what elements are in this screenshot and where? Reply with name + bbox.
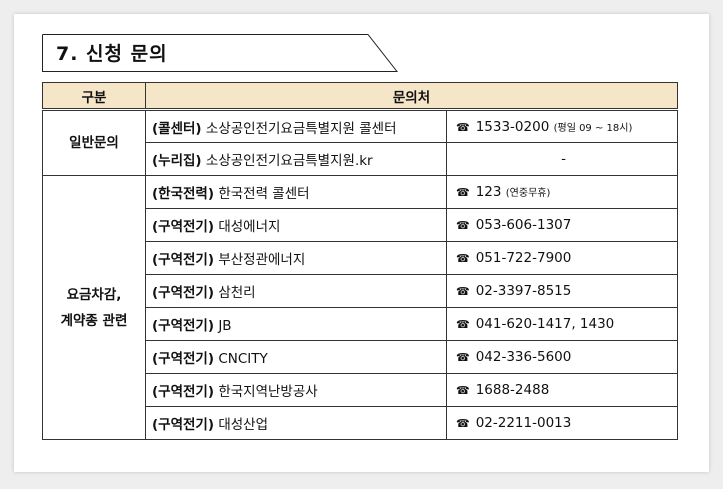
category-label: 일반문의 (69, 135, 119, 151)
phone-cell: ☎ 123 (연중무휴) (445, 175, 679, 209)
phone-cell-empty: - (445, 142, 679, 176)
category-label: 요금차감, (66, 286, 122, 303)
inquiry-table: 구분 문의처 일반문의 (콜센터) 소상공인전기요금특별지원 콜센터 ☎ 1533-0… (42, 82, 679, 440)
phone-note: (연중무휴) (505, 188, 551, 199)
phone-number: 02-3397-8515 (475, 283, 572, 299)
contact-tag: (누리집) (152, 153, 202, 169)
header-contact: 문의처 (144, 82, 679, 111)
contact-name-cell: (구역전기) 삼천리 (145, 274, 447, 308)
telephone-icon: ☎ (456, 120, 470, 134)
contact-name-cell: (구역전기) 대성에너지 (145, 208, 447, 242)
phone-cell: ☎ 1688-2488 (445, 373, 679, 407)
category-cell-general: 일반문의 (42, 109, 146, 176)
contact-name: 한국전력 콜센터 (218, 186, 310, 202)
phone-number: 051-722-7900 (475, 250, 572, 266)
contact-name-cell: (한국전력) 한국전력 콜센터 (145, 175, 447, 209)
phone-number: 1688-2488 (475, 382, 550, 398)
phone-cell: ☎ 1533-0200 (평일 09 ~ 18시) (445, 109, 679, 143)
contact-name-cell: (구역전기) 대성산업 (145, 406, 447, 440)
telephone-icon: ☎ (456, 285, 470, 298)
phone-cell: ☎ 042-336-5600 (445, 340, 679, 374)
contact-tag: (구역전기) (152, 285, 215, 301)
table-row: 요금차감, 계약종 관련 (한국전력) 한국전력 콜센터 ☎ 123 (연중무휴) (42, 175, 679, 440)
telephone-icon: ☎ (456, 417, 470, 430)
phone-number: 02-2211-0013 (475, 415, 572, 431)
contact-tag: (구역전기) (152, 252, 215, 268)
phone-cell: ☎ 02-3397-8515 (445, 274, 679, 308)
contact-name: 소상공인전기요금특별지원 콜센터 (205, 120, 397, 137)
contact-name: 대성에너지 (218, 219, 281, 235)
contact-name: 삼천리 (218, 285, 256, 301)
header-category: 구분 (42, 82, 146, 111)
contact-tag: (구역전기) (152, 351, 215, 367)
telephone-icon: ☎ (456, 384, 470, 397)
phone-number: 053-606-1307 (475, 217, 572, 233)
contact-name-cell: (구역전기) CNCITY (145, 340, 447, 374)
phone-number: 041-620-1417, 1430 (475, 316, 615, 332)
contact-name: 부산정관에너지 (218, 252, 306, 268)
table-header-row: 구분 문의처 (42, 82, 679, 111)
table-row: 일반문의 (콜센터) 소상공인전기요금특별지원 콜센터 ☎ 1533-0200 (평일… (42, 109, 679, 176)
phone-cell: ☎ 02-2211-0013 (445, 406, 679, 440)
section-title: 7. 신청 문의 (56, 43, 168, 65)
phone-note: (평일 09 ~ 18시) (553, 122, 633, 134)
contact-tag: (구역전기) (152, 417, 215, 433)
category-label: 계약종 관련 (60, 312, 128, 329)
contact-name: 소상공인전기요금특별지원.kr (205, 153, 373, 169)
contact-tag: (한국전력) (152, 186, 215, 202)
telephone-icon: ☎ (456, 252, 470, 265)
phone-number: 042-336-5600 (475, 349, 572, 365)
contact-name-cell: (콜센터) 소상공인전기요금특별지원 콜센터 (145, 109, 447, 143)
phone-cell: ☎ 053-606-1307 (445, 208, 679, 242)
contact-tag: (구역전기) (152, 384, 215, 400)
contact-name: 한국지역난방공사 (218, 384, 318, 400)
contact-name-cell: (구역전기) JB (145, 307, 447, 341)
phone-cell: ☎ 041-620-1417, 1430 (445, 307, 679, 341)
category-cell-billing: 요금차감, 계약종 관련 (42, 175, 146, 440)
contact-name-cell: (구역전기) 부산정관에너지 (145, 241, 447, 275)
contact-name-cell: (구역전기) 한국지역난방공사 (145, 373, 447, 407)
contact-tag: (구역전기) (152, 318, 215, 334)
contact-name: JB (218, 318, 232, 334)
phone-number: 123 (475, 184, 502, 200)
telephone-icon: ☎ (456, 351, 470, 364)
contact-name: CNCITY (218, 351, 268, 367)
contact-name-cell: (누리집) 소상공인전기요금특별지원.kr (145, 142, 447, 176)
telephone-icon: ☎ (456, 186, 470, 199)
phone-number: 1533-0200 (475, 118, 550, 135)
contact-name: 대성산업 (218, 417, 269, 433)
contact-tag: (구역전기) (152, 219, 215, 235)
contact-tag: (콜센터) (152, 120, 202, 137)
section-title-box: 7. 신청 문의 (42, 34, 398, 72)
phone-number: - (561, 151, 566, 167)
phone-cell: ☎ 051-722-7900 (445, 241, 679, 275)
telephone-icon: ☎ (456, 318, 470, 331)
telephone-icon: ☎ (456, 219, 470, 232)
